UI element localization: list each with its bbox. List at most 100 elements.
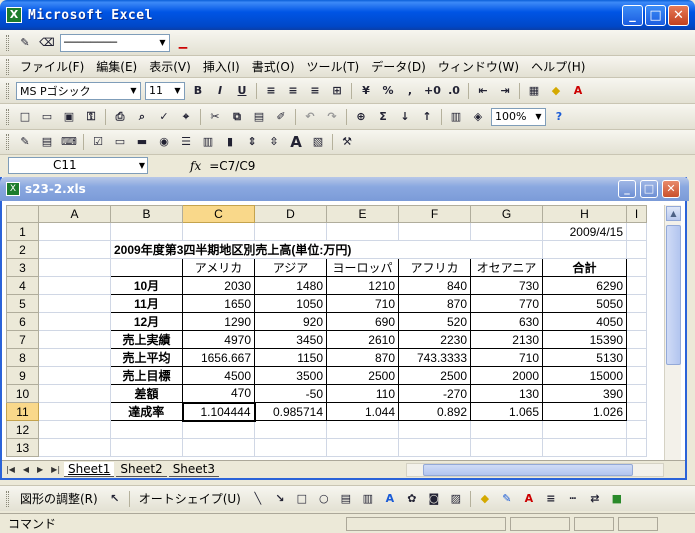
vertical-scroll-thumb[interactable]	[666, 225, 681, 365]
button-control-icon[interactable]: ▬	[134, 134, 150, 150]
column-header[interactable]: A	[38, 205, 111, 223]
horizontal-scroll-thumb[interactable]	[423, 464, 633, 476]
cell[interactable]	[254, 222, 327, 241]
more-controls-icon[interactable]: ⚒	[339, 134, 355, 150]
currency-icon[interactable]: ¥	[358, 83, 374, 99]
cell[interactable]: 3500	[254, 366, 327, 385]
cell[interactable]	[182, 438, 255, 457]
cell[interactable]	[398, 420, 471, 439]
wordart-icon[interactable]: A	[382, 491, 398, 507]
autosum-icon[interactable]: Σ	[375, 109, 391, 125]
cell[interactable]: 1210	[326, 276, 399, 295]
cell[interactable]	[182, 222, 255, 241]
cell[interactable]: 4970	[182, 330, 255, 349]
cell[interactable]	[626, 294, 647, 313]
cell[interactable]: 870	[326, 348, 399, 367]
increase-decimal-icon[interactable]: +0	[424, 83, 441, 99]
save-icon[interactable]: ▣	[61, 109, 77, 125]
minimize-button[interactable]: _	[622, 5, 643, 26]
name-box[interactable]: C11 ▼	[8, 157, 148, 174]
cell[interactable]: 4500	[182, 366, 255, 385]
row-header[interactable]: 3	[6, 258, 39, 277]
menu-grip[interactable]	[6, 58, 9, 75]
column-header[interactable]: H	[542, 205, 627, 223]
cell[interactable]: 1656.667	[182, 348, 255, 367]
format-painter-icon[interactable]: ✐	[273, 109, 289, 125]
cell[interactable]	[470, 420, 543, 439]
column-header[interactable]: C	[182, 205, 255, 223]
toolbar-grip[interactable]	[6, 34, 9, 51]
tab-first-button[interactable]: |◀	[6, 465, 15, 474]
cell[interactable]: 売上目標	[110, 366, 183, 385]
cell[interactable]: 1150	[254, 348, 327, 367]
cell[interactable]	[542, 438, 627, 457]
autoshape-menu[interactable]: オートシェイプ(U)	[133, 489, 247, 509]
cell[interactable]	[110, 420, 183, 439]
tab-next-button[interactable]: ▶	[37, 465, 43, 474]
cell[interactable]	[110, 438, 183, 457]
align-left-icon[interactable]: ≡	[263, 83, 279, 99]
cell[interactable]: 売上実績	[110, 330, 183, 349]
undo-icon[interactable]: ↶	[302, 109, 318, 125]
cell[interactable]: 1.044	[326, 402, 399, 421]
row-header[interactable]: 13	[6, 438, 39, 457]
cell[interactable]	[110, 258, 183, 277]
row-header[interactable]: 4	[6, 276, 39, 295]
cell[interactable]: アジア	[254, 258, 327, 277]
cell[interactable]	[38, 276, 111, 295]
cell[interactable]: 11月	[110, 294, 183, 313]
active-cell[interactable]: 1.104444	[181, 401, 256, 422]
tab-sheet2[interactable]: Sheet2	[116, 462, 167, 477]
row-header[interactable]: 2	[6, 240, 39, 259]
cell[interactable]	[38, 222, 111, 241]
cell[interactable]	[398, 438, 471, 457]
cell[interactable]	[626, 384, 647, 403]
merge-center-icon[interactable]: ⊞	[329, 83, 345, 99]
workbook-close-button[interactable]: ✕	[662, 180, 680, 198]
cell[interactable]: 710	[326, 294, 399, 313]
cell[interactable]	[626, 330, 647, 349]
column-header[interactable]: B	[110, 205, 183, 223]
cell[interactable]: オセアニア	[470, 258, 543, 277]
cell[interactable]	[626, 258, 647, 277]
cell[interactable]	[626, 366, 647, 385]
decrease-decimal-icon[interactable]: .0	[446, 83, 462, 99]
menu-file[interactable]: ファイル(F)	[14, 57, 90, 77]
line-color-icon[interactable]: ▁	[175, 35, 191, 51]
tab-sheet1[interactable]: Sheet1	[64, 462, 115, 477]
research-icon[interactable]: ⌖	[178, 109, 194, 125]
select-objects-icon[interactable]: ↖	[107, 491, 123, 507]
cell[interactable]: 1290	[182, 312, 255, 331]
new-icon[interactable]: □	[17, 109, 33, 125]
cell[interactable]	[626, 240, 647, 259]
cell[interactable]: 1480	[254, 276, 327, 295]
hyperlink-icon[interactable]: ⊕	[353, 109, 369, 125]
spinner-control-icon[interactable]: ⇕	[244, 134, 260, 150]
cell[interactable]: 770	[470, 294, 543, 313]
cell[interactable]: 520	[398, 312, 471, 331]
cut-icon[interactable]: ✂	[207, 109, 223, 125]
tab-last-button[interactable]: ▶|	[51, 465, 60, 474]
scroll-up-button[interactable]: ▲	[666, 206, 681, 221]
menu-window[interactable]: ウィンドウ(W)	[432, 57, 525, 77]
cell[interactable]: 5050	[542, 294, 627, 313]
draw-font-color-icon[interactable]: A	[521, 491, 537, 507]
cell[interactable]	[470, 438, 543, 457]
fill-color-icon[interactable]: ◆	[548, 83, 564, 99]
sort-asc-icon[interactable]: ↓	[397, 109, 413, 125]
cell[interactable]: 630	[470, 312, 543, 331]
design-mode-icon[interactable]: ✎	[17, 134, 33, 150]
textbox-control-icon[interactable]: ▭	[112, 134, 128, 150]
cell[interactable]: -50	[254, 384, 327, 403]
cell[interactable]: ヨーロッパ	[326, 258, 399, 277]
cell[interactable]	[38, 240, 111, 259]
chart-wizard-icon[interactable]: ▥	[448, 109, 464, 125]
standard-grip[interactable]	[6, 108, 9, 125]
pen-icon[interactable]: ✎	[17, 35, 33, 51]
cell[interactable]: 840	[398, 276, 471, 295]
select-all-corner[interactable]	[6, 205, 39, 223]
cell[interactable]	[38, 312, 111, 331]
line-style-combo[interactable]: ──────── ▼	[60, 33, 170, 52]
cell[interactable]: アメリカ	[182, 258, 255, 277]
cell[interactable]: 2030	[182, 276, 255, 295]
